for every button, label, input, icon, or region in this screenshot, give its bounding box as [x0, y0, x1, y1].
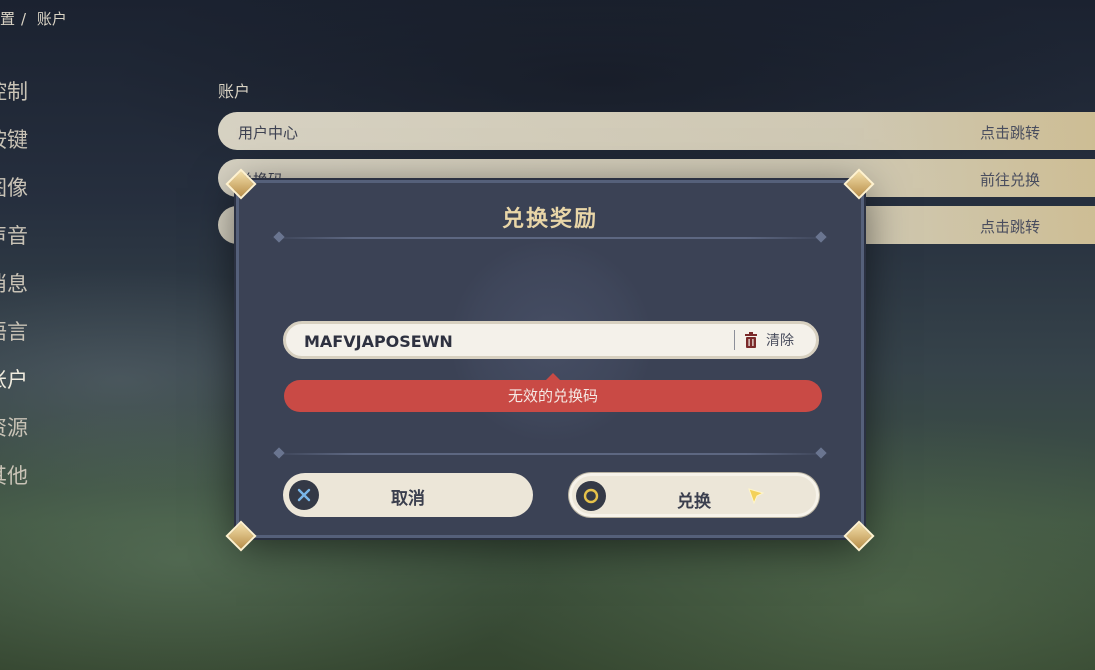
- breadcrumb-parent[interactable]: 置: [0, 10, 15, 28]
- input-separator: [734, 330, 735, 350]
- error-message: 无效的兑换码: [284, 380, 822, 412]
- cancel-label: 取消: [391, 489, 425, 509]
- cursor-icon: [748, 488, 764, 504]
- breadcrumb: 置 / 账户: [0, 8, 73, 29]
- clear-label: 清除: [766, 333, 794, 349]
- sidebar-item-messages[interactable]: 消息: [0, 264, 120, 312]
- dialog-title: 兑换奖励: [501, 207, 598, 232]
- redeem-button[interactable]: 兑换: [569, 473, 819, 517]
- dialog-divider-top: [269, 237, 831, 239]
- breadcrumb-current: 账户: [36, 10, 67, 28]
- cancel-button[interactable]: 取消: [283, 473, 533, 517]
- redeem-code-input[interactable]: [302, 327, 706, 355]
- sidebar-item-controls[interactable]: 控制: [0, 72, 120, 120]
- sidebar-item-keys[interactable]: 按键: [0, 120, 120, 168]
- sidebar-item-account[interactable]: 账户: [0, 360, 120, 408]
- settings-sidebar: 控制 按键 图像 声音 消息 语言 账户 资源 其他: [0, 72, 120, 504]
- clear-button[interactable]: 清除: [744, 328, 794, 352]
- section-title: 账户: [218, 82, 251, 101]
- sidebar-item-language[interactable]: 语言: [0, 312, 120, 360]
- dialog-divider-bottom: [269, 453, 831, 455]
- sidebar-item-resources[interactable]: 资源: [0, 408, 120, 456]
- redeem-code-field[interactable]: 清除: [283, 321, 819, 359]
- trash-icon: [745, 332, 757, 348]
- sidebar-item-audio[interactable]: 声音: [0, 216, 120, 264]
- redeem-dialog: 兑换奖励 清除 无效的兑换码 取消 兑换: [236, 180, 864, 538]
- setting-row-action[interactable]: 点击跳转: [980, 216, 1040, 237]
- sidebar-item-other[interactable]: 其他: [0, 456, 120, 504]
- setting-row-action[interactable]: 点击跳转: [980, 122, 1040, 143]
- breadcrumb-separator: /: [21, 10, 27, 28]
- setting-row-action[interactable]: 前往兑换: [980, 169, 1040, 190]
- setting-row-label: 用户中心: [238, 124, 299, 142]
- setting-row-user-center[interactable]: 用户中心 点击跳转: [218, 112, 1095, 150]
- sidebar-item-graphics[interactable]: 图像: [0, 168, 120, 216]
- redeem-label: 兑换: [677, 492, 711, 512]
